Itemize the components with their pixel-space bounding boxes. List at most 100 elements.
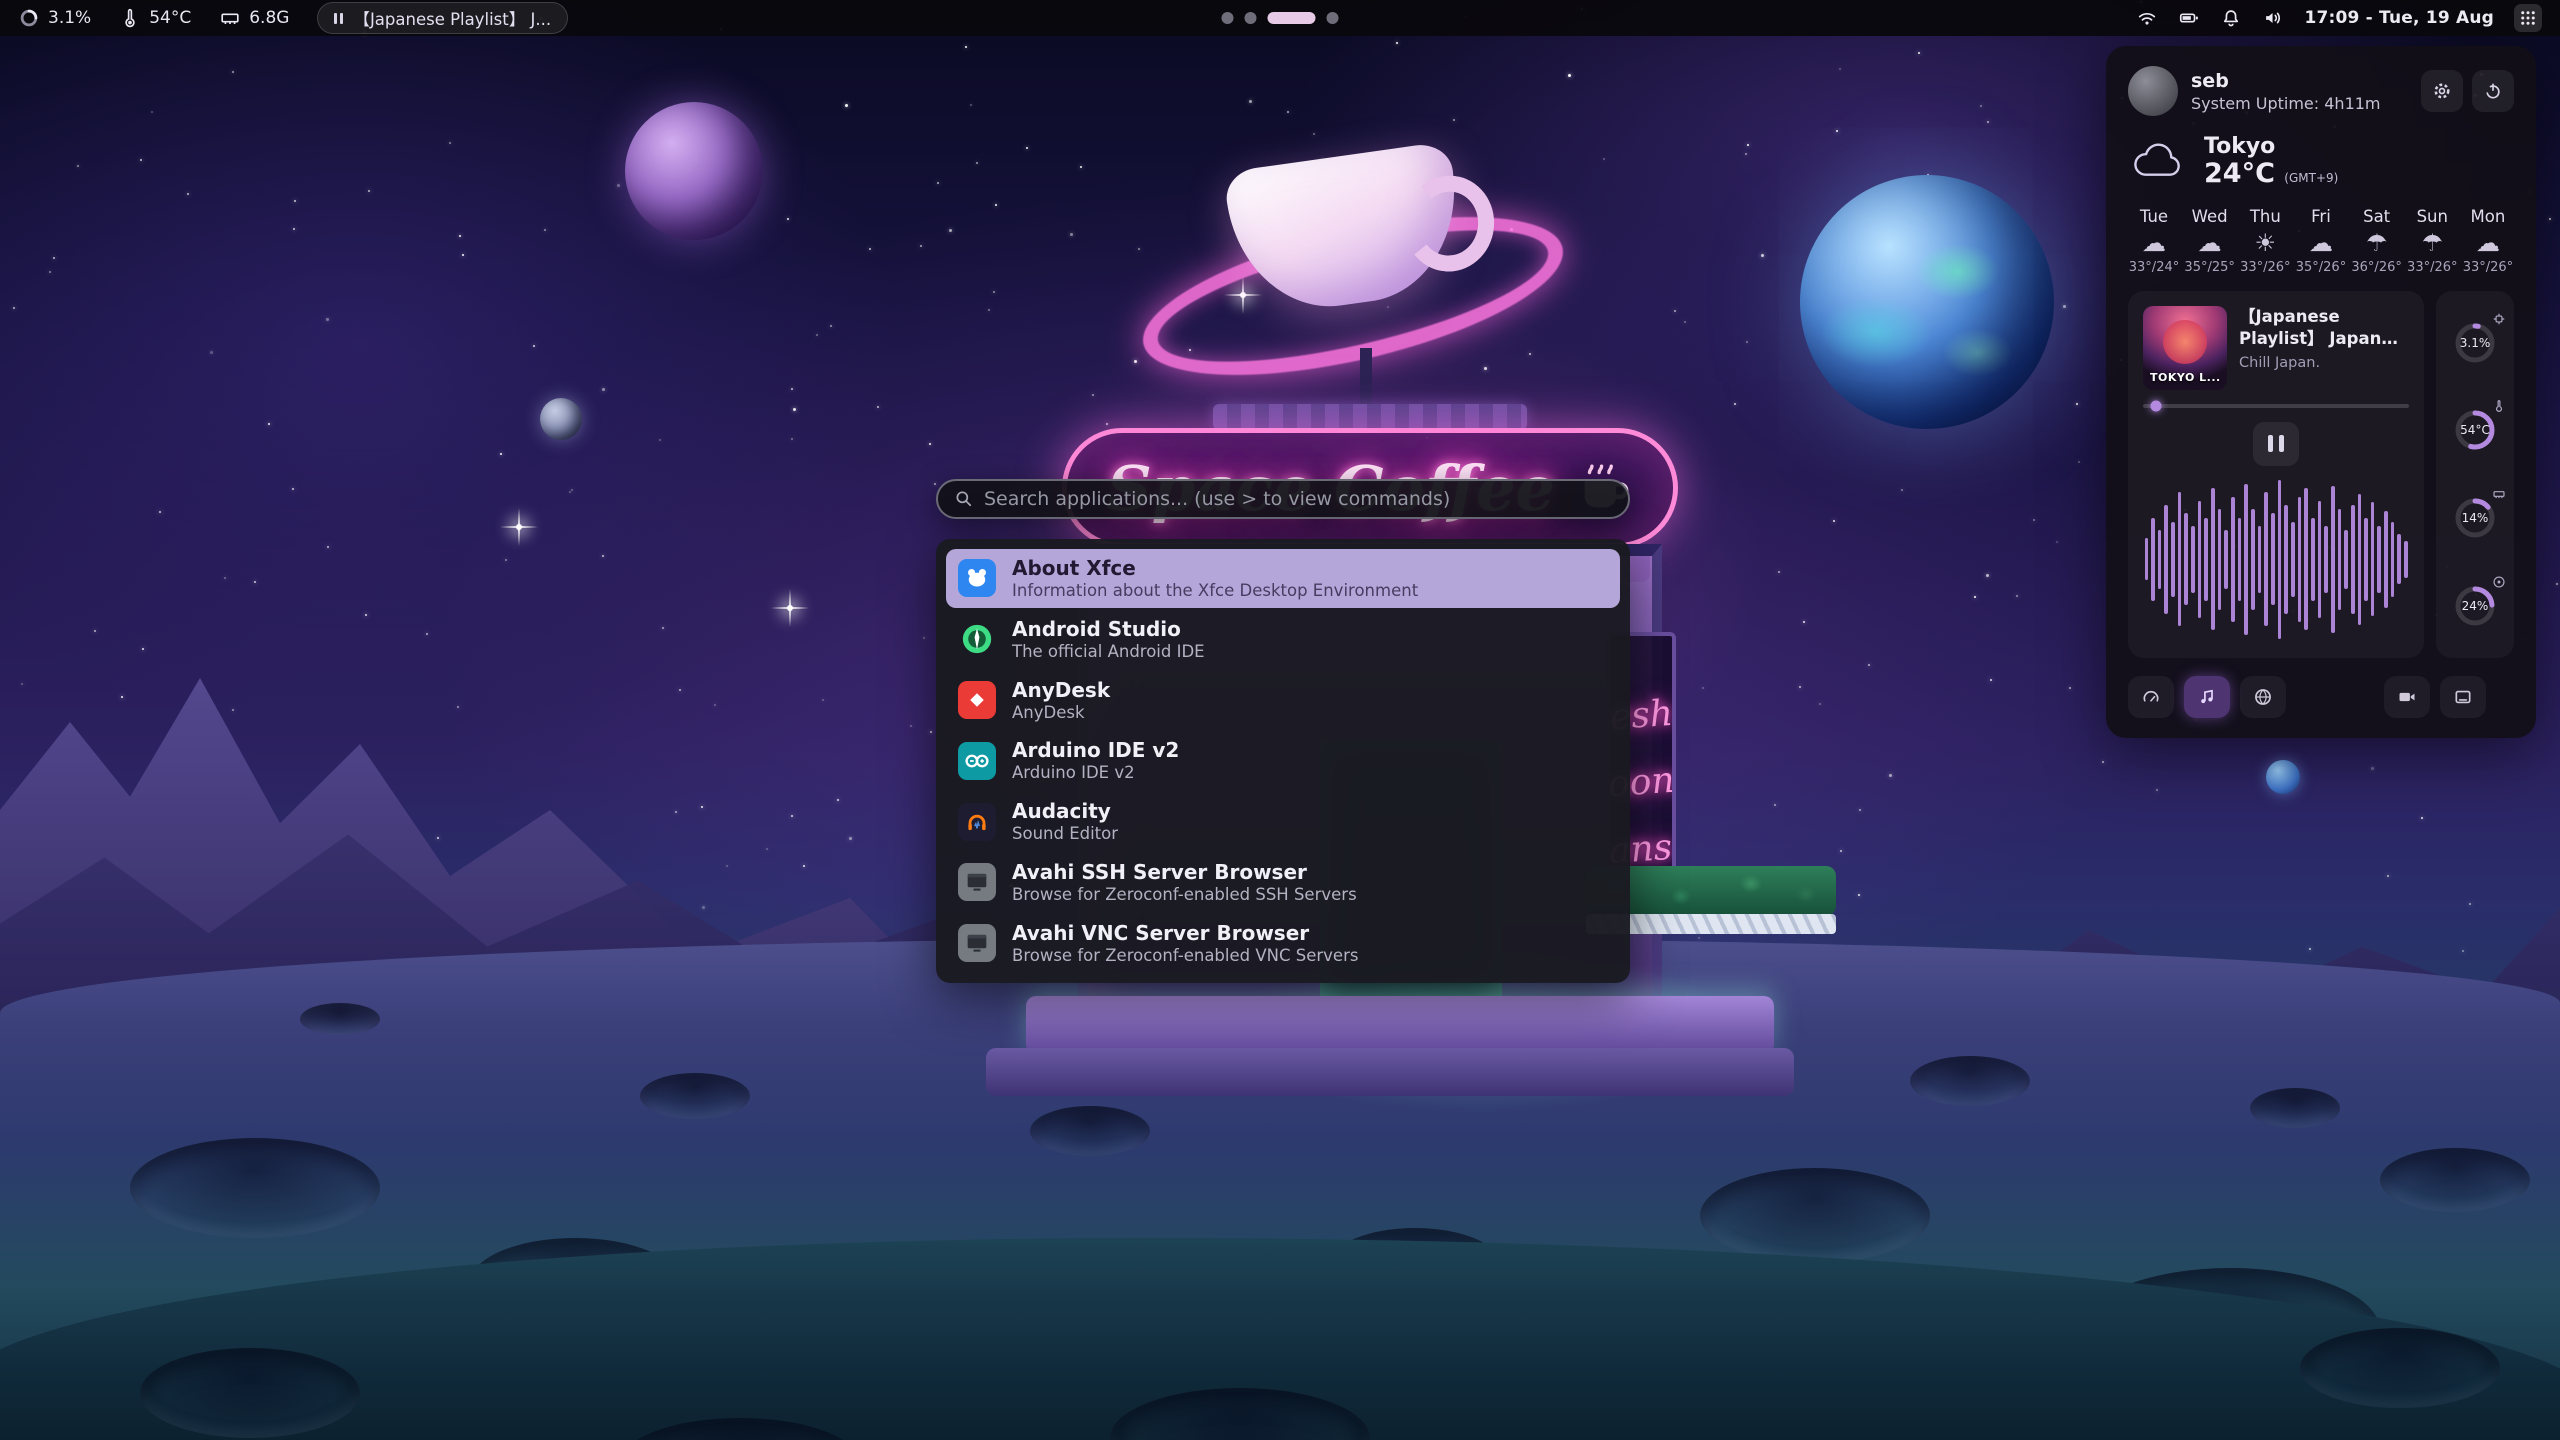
star [2309,948,2311,950]
app-desc: Browse for Zeroconf-enabled SSH Servers [1012,885,1357,905]
waveform-bar [2271,513,2275,605]
forecast-day: Sun ☂ 33°/26° [2406,207,2458,275]
star [1819,703,1821,705]
waveform-bar [2231,497,2235,622]
arduino-icon [958,742,996,780]
forecast-day: Mon ☁ 33°/26° [2462,207,2514,275]
star [2371,767,2374,770]
star [602,388,605,391]
star [1774,804,1776,806]
apps-grid-button[interactable] [2514,4,2542,32]
pause-icon [334,13,343,24]
notes-button[interactable] [2440,676,2486,718]
star [803,865,805,867]
star [617,184,620,187]
star [679,689,681,691]
play-pause-button[interactable] [2253,422,2299,466]
temperature-gauge-value: 54°C [2460,423,2490,437]
waveform-bar [2298,497,2302,622]
workspace-dot[interactable] [1222,12,1234,24]
app-item-android-studio[interactable]: Android Studio The official Android IDE [946,610,1620,669]
widget-footer [2128,676,2514,718]
web-panel-button[interactable] [2240,676,2286,718]
workspace-dot[interactable] [1268,12,1316,24]
star [459,235,461,237]
user-actions [2421,70,2514,112]
workspace-dot[interactable] [1327,12,1339,24]
dashboard-button[interactable] [2128,676,2174,718]
waveform-bar [2338,509,2342,609]
battery-icon[interactable] [2178,7,2200,29]
now-playing-pill[interactable]: 【Japanese Playlist】 J... [317,2,568,34]
weather-timezone: (GMT+9) [2284,171,2338,185]
star [877,406,879,408]
weather-temperature: 24°C (GMT+9) [2204,159,2338,189]
app-title: Audacity [1012,799,1118,824]
forecast-day: Fri ☁ 35°/26° [2295,207,2347,275]
star [822,699,824,701]
star [1868,664,1870,666]
star [571,489,573,491]
app-item-avahi-vnc[interactable]: Avahi VNC Server Browser Browse for Zero… [946,914,1620,973]
screen-record-button[interactable] [2384,676,2430,718]
crater [640,1073,750,1119]
star [457,706,459,708]
search-input[interactable] [984,488,1612,510]
bell-icon[interactable] [2220,7,2242,29]
progress-handle[interactable] [2151,400,2162,411]
sign-pole [1360,348,1372,410]
app-item-about-xfce[interactable]: About Xfce Information about the Xfce De… [946,549,1620,608]
star [791,438,793,440]
power-button[interactable] [2472,70,2514,112]
star [993,291,995,293]
waveform-bar [2278,480,2282,639]
workspace-dot[interactable] [1245,12,1257,24]
star [791,815,793,817]
server-browser-icon [958,924,996,962]
star [849,837,852,840]
crater [1110,1388,1370,1440]
waveform-bar [2404,541,2408,578]
video-camera-icon [2397,687,2417,707]
waveform-bar [2251,509,2255,609]
star [726,865,728,867]
star [2078,461,2080,463]
bright-star [516,524,522,530]
star [49,271,51,273]
waveform-bar [2258,526,2262,593]
settings-button[interactable] [2421,70,2463,112]
waveform-bar [2358,494,2362,625]
cloud-icon [2128,140,2188,182]
waveform-bar [2264,492,2268,626]
music-panel-button[interactable] [2184,676,2230,718]
search-bar[interactable] [936,479,1630,519]
desktop: Space Coffee esh oon ans [0,0,2560,1440]
app-item-arduino[interactable]: Arduino IDE v2 Arduino IDE v2 [946,731,1620,790]
app-item-avahi-ssh[interactable]: Avahi SSH Server Browser Browse for Zero… [946,853,1620,912]
cpu-gauge-value: 3.1% [2460,336,2491,350]
now-playing-text: 【Japanese Playlist】 J... [353,6,551,30]
app-item-anydesk[interactable]: AnyDesk AnyDesk [946,671,1620,730]
cpu-usage-icon [18,7,40,29]
track-progress-slider[interactable] [2143,404,2409,408]
memory-gauge: 14% [2448,491,2502,545]
media-section: TOKYO L... 【Japanese Playlist】 Japan All… [2128,291,2514,658]
star [505,559,507,561]
star [2549,218,2551,220]
forecast-day-label: Thu [2250,207,2281,226]
star [787,218,789,220]
network-icon[interactable] [2136,7,2158,29]
volume-icon[interactable] [2262,7,2284,29]
temperature-icon [2492,399,2506,413]
star [2063,305,2066,308]
speedometer-icon [2141,687,2161,707]
star [187,193,189,195]
app-item-audacity[interactable]: Audacity Sound Editor [946,792,1620,851]
small-blue-planet [2266,760,2300,794]
globe-icon [2253,687,2273,707]
waveform-bar [2344,530,2348,589]
clock[interactable]: 17:09 - Tue, 19 Aug [2304,8,2494,28]
forecast-day-label: Sat [2363,207,2390,226]
star [151,111,153,113]
memory-stat: 6.8G [219,7,289,29]
